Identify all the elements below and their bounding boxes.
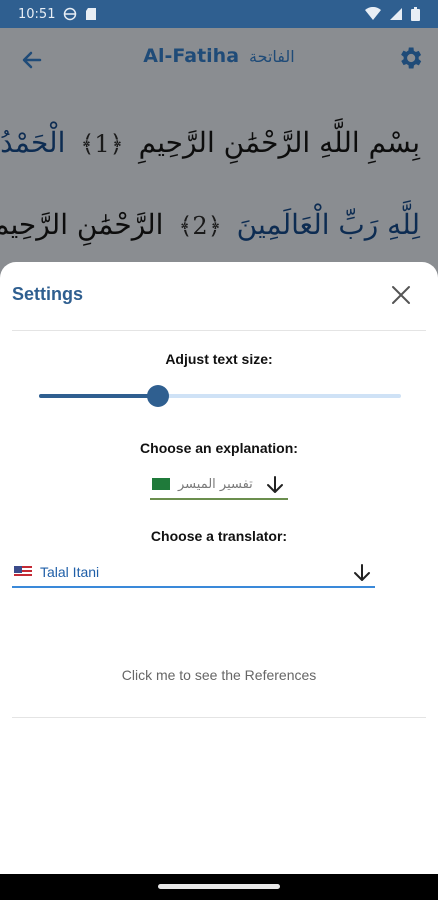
- home-gesture-handle[interactable]: [158, 884, 280, 889]
- quran-line-1: بِسْمِ اللَّهِ الرَّحْمَٰنِ الرَّحِيمِ ﴿…: [0, 126, 420, 159]
- slider-thumb[interactable]: [147, 385, 169, 407]
- text-size-slider[interactable]: [39, 385, 401, 407]
- translator-label: Choose a translator:: [150, 528, 288, 544]
- references-link[interactable]: Click me to see the References: [0, 667, 438, 683]
- status-left: 10:51: [18, 7, 97, 22]
- explanation-value: تفسير الميسر: [178, 476, 253, 492]
- arrow-down-icon: [267, 476, 283, 493]
- ayah-1-text: بِسْمِ اللَّهِ الرَّحْمَٰنِ الرَّحِيمِ: [138, 126, 420, 159]
- saudi-flag-icon: [152, 478, 170, 490]
- status-time: 10:51: [18, 6, 56, 22]
- explanation-label: Choose an explanation:: [140, 440, 298, 456]
- status-bar: 10:51: [0, 0, 438, 28]
- ayah-2-start: الْحَمْدُ: [0, 126, 66, 159]
- translator-select[interactable]: Talal Itani: [12, 558, 375, 588]
- battery-icon: [411, 7, 420, 21]
- status-right: [365, 7, 420, 21]
- gear-icon[interactable]: [396, 44, 424, 72]
- us-flag-icon: [14, 566, 32, 578]
- header-divider: [12, 330, 426, 331]
- surah-title-arabic: الفاتحة: [249, 47, 295, 66]
- settings-title: Settings: [12, 284, 84, 304]
- footer-divider: [12, 717, 426, 718]
- ayah-2-end: لِلَّهِ رَبِّ الْعَالَمِينَ: [236, 208, 420, 241]
- translator-value: Talal Itani: [40, 564, 100, 580]
- ayah-3-text: الرَّحْمَٰنِ الرَّحِيمِ: [0, 208, 164, 241]
- ayah-number-1: ﴿1﴾: [80, 130, 124, 158]
- quran-text-area: بِسْمِ اللَّهِ الرَّحْمَٰنِ الرَّحِيمِ ﴿…: [0, 90, 438, 280]
- slider-fill: [39, 394, 158, 398]
- ayah-number-2: ﴿2﴾: [178, 212, 222, 240]
- close-icon[interactable]: [390, 284, 412, 306]
- navigation-bar: [0, 874, 438, 900]
- text-size-label: Adjust text size:: [165, 351, 273, 367]
- explanation-select[interactable]: تفسير الميسر: [150, 470, 288, 500]
- wifi-icon: [365, 7, 381, 20]
- surah-title: Al-Fatiha: [143, 45, 240, 67]
- vpn-icon: [64, 7, 77, 21]
- signal-icon: [390, 8, 402, 20]
- app-bar: Al-Fatiha الفاتحة: [0, 28, 438, 90]
- quran-line-2: لِلَّهِ رَبِّ الْعَالَمِينَ ﴿2﴾ الرَّحْم…: [0, 208, 420, 241]
- arrow-down-icon: [354, 564, 370, 581]
- page-title: Al-Fatiha الفاتحة: [0, 45, 438, 67]
- sd-card-icon: [86, 8, 97, 20]
